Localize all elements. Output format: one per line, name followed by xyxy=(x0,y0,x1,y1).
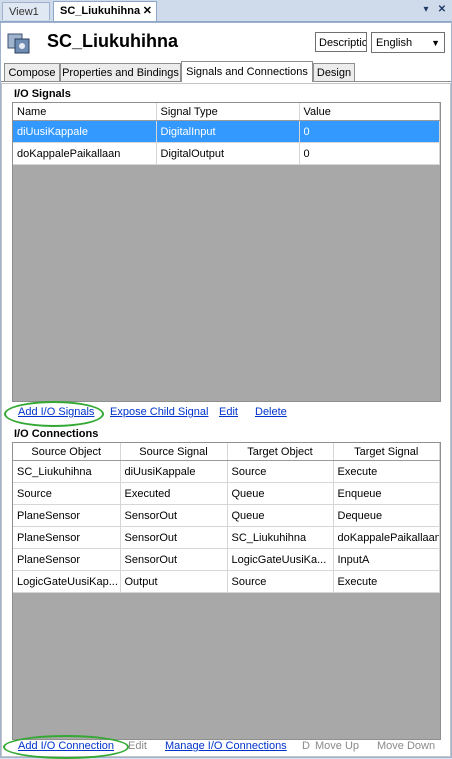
source-signal-cell[interactable]: Output xyxy=(120,570,228,593)
column-header[interactable]: Source Object xyxy=(13,443,121,461)
io-signals-grid[interactable]: Name Signal Type Value diUusiKappale Dig… xyxy=(12,102,441,402)
column-header[interactable]: Source Signal xyxy=(120,443,228,461)
edit-connection-link[interactable]: Edit xyxy=(128,740,147,752)
table-row[interactable]: SC_Liukuhihna diUusiKappale Source Execu… xyxy=(13,460,440,483)
source-object-cell[interactable]: SC_Liukuhihna xyxy=(13,460,121,483)
tab-active-label: SC_Liukuhihna xyxy=(60,5,141,17)
chevron-down-icon[interactable]: ▾ xyxy=(420,3,432,17)
table-row[interactable]: PlaneSensor SensorOut SC_Liukuhihna doKa… xyxy=(13,526,440,549)
table-row[interactable]: doKappalePaikallaan DigitalOutput 0 xyxy=(13,142,440,165)
target-object-cell[interactable]: Source xyxy=(227,460,334,483)
tab-label: Signals and Connections xyxy=(186,66,308,78)
column-header[interactable]: Value xyxy=(299,103,440,121)
io-signals-heading: I/O Signals xyxy=(14,88,71,100)
column-header[interactable]: Name xyxy=(13,103,157,121)
property-tabs: Compose Properties and Bindings Signals … xyxy=(1,61,451,82)
add-io-signals-link[interactable]: Add I/O Signals xyxy=(18,406,94,418)
signals-connections-content: I/O Signals Name Signal Type Value diUus… xyxy=(1,83,452,759)
move-up-link[interactable]: Move Up xyxy=(315,740,359,752)
tab-close-icon[interactable]: ✕ xyxy=(143,2,152,20)
tab-view1-label: View1 xyxy=(9,6,39,18)
target-object-cell[interactable]: LogicGateUusiKa... xyxy=(227,548,334,571)
target-signal-cell[interactable]: Dequeue xyxy=(333,504,440,527)
table-row[interactable]: diUusiKappale DigitalInput 0 xyxy=(13,120,440,143)
target-signal-cell[interactable]: doKappalePaikallaan xyxy=(333,526,440,549)
source-signal-cell[interactable]: SensorOut xyxy=(120,504,228,527)
table-row[interactable]: LogicGateUusiKap... Output Source Execut… xyxy=(13,570,440,593)
io-signals-actions: Add I/O Signals Expose Child Signal Edit… xyxy=(2,401,452,427)
signal-value-cell[interactable]: 0 xyxy=(299,142,440,165)
target-signal-cell[interactable]: InputA xyxy=(333,548,440,571)
language-select[interactable]: English ▼ xyxy=(371,32,445,53)
table-row[interactable]: Source Executed Queue Enqueue xyxy=(13,482,440,505)
grid-header-row: Name Signal Type Value xyxy=(13,103,440,121)
edit-signal-link[interactable]: Edit xyxy=(219,406,238,418)
column-header[interactable]: Target Object xyxy=(227,443,334,461)
smart-component-icon xyxy=(7,33,30,54)
component-editor-panel: SC_Liukuhihna Descriptic English ▼ Compo… xyxy=(0,22,452,759)
chevron-down-icon: ▼ xyxy=(431,38,440,48)
column-header[interactable]: Target Signal xyxy=(333,443,440,461)
source-signal-cell[interactable]: diUusiKappale xyxy=(120,460,228,483)
source-object-cell[interactable]: Source xyxy=(13,482,121,505)
component-title: SC_Liukuhihna xyxy=(47,31,179,51)
signal-type-cell[interactable]: DigitalInput xyxy=(156,120,300,143)
move-down-link[interactable]: Move Down xyxy=(377,740,435,752)
target-signal-cell[interactable]: Enqueue xyxy=(333,482,440,505)
tab-view1[interactable]: View1 xyxy=(2,2,50,20)
target-object-cell[interactable]: Queue xyxy=(227,504,334,527)
description-button[interactable]: Descriptic xyxy=(315,32,367,52)
close-icon[interactable]: ✕ xyxy=(436,3,448,17)
tab-label: Design xyxy=(316,67,352,79)
language-value: English xyxy=(376,37,413,49)
target-object-cell[interactable]: SC_Liukuhihna xyxy=(227,526,334,549)
signal-type-cell[interactable]: DigitalOutput xyxy=(156,142,300,165)
target-object-cell[interactable]: Queue xyxy=(227,482,334,505)
target-signal-cell[interactable]: Execute xyxy=(333,570,440,593)
table-row[interactable]: PlaneSensor SensorOut LogicGateUusiKa...… xyxy=(13,548,440,571)
source-object-cell[interactable]: LogicGateUusiKap... xyxy=(13,570,121,593)
delete-connection-link[interactable]: D xyxy=(302,740,310,752)
manage-io-connections-link[interactable]: Manage I/O Connections xyxy=(165,740,287,752)
tab-sc-liukuhihna[interactable]: SC_Liukuhihna ✕ xyxy=(53,1,157,21)
io-connections-heading: I/O Connections xyxy=(14,428,99,440)
source-object-cell[interactable]: PlaneSensor xyxy=(13,548,121,571)
source-object-cell[interactable]: PlaneSensor xyxy=(13,526,121,549)
signal-name-cell[interactable]: diUusiKappale xyxy=(13,120,157,143)
column-header[interactable]: Signal Type xyxy=(156,103,300,121)
io-connections-grid[interactable]: Source Object Source Signal Target Objec… xyxy=(12,442,441,740)
grid-header-row: Source Object Source Signal Target Objec… xyxy=(13,443,440,461)
tab-design[interactable]: Design xyxy=(313,63,355,81)
source-object-cell[interactable]: PlaneSensor xyxy=(13,504,121,527)
tab-label: Compose xyxy=(8,67,56,79)
expose-child-signal-link[interactable]: Expose Child Signal xyxy=(110,406,208,418)
tab-compose[interactable]: Compose xyxy=(4,63,60,81)
add-io-connection-link[interactable]: Add I/O Connection xyxy=(18,740,114,752)
io-connections-actions: Add I/O Connection Edit Manage I/O Conne… xyxy=(2,735,452,759)
source-signal-cell[interactable]: SensorOut xyxy=(120,526,228,549)
tab-properties-bindings[interactable]: Properties and Bindings xyxy=(60,63,181,81)
table-row[interactable]: PlaneSensor SensorOut Queue Dequeue xyxy=(13,504,440,527)
source-signal-cell[interactable]: SensorOut xyxy=(120,548,228,571)
tab-signals-connections[interactable]: Signals and Connections xyxy=(181,61,313,82)
signal-name-cell[interactable]: doKappalePaikallaan xyxy=(13,142,157,165)
target-signal-cell[interactable]: Execute xyxy=(333,460,440,483)
target-object-cell[interactable]: Source xyxy=(227,570,334,593)
document-tab-strip: View1 SC_Liukuhihna ✕ ▾ ✕ xyxy=(0,0,452,22)
tab-label: Properties and Bindings xyxy=(62,67,179,79)
signal-value-cell[interactable]: 0 xyxy=(299,120,440,143)
delete-signal-link[interactable]: Delete xyxy=(255,406,287,418)
source-signal-cell[interactable]: Executed xyxy=(120,482,228,505)
